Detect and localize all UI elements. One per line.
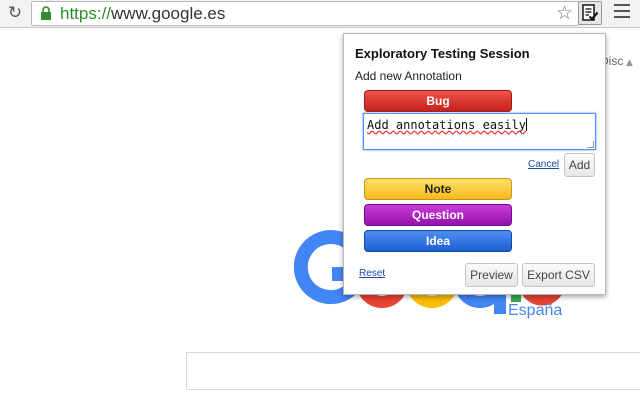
bookmark-star-icon[interactable]: ☆ <box>556 2 573 24</box>
resize-handle[interactable] <box>587 141 594 148</box>
bug-button[interactable]: Bug <box>364 90 512 112</box>
annotation-text: Add annotations easily <box>367 118 526 132</box>
region-label: España <box>508 302 563 319</box>
url-host: www.google.es <box>111 4 226 23</box>
preview-button[interactable]: Preview <box>465 263 518 287</box>
menu-icon[interactable] <box>614 4 630 20</box>
popup-title: Exploratory Testing Session <box>355 46 530 61</box>
checklist-icon <box>582 4 599 21</box>
annotation-textarea[interactable]: Add annotations easily <box>363 113 596 150</box>
text-caret <box>525 118 527 131</box>
url-scheme: https:// <box>60 4 112 23</box>
reset-link[interactable]: Reset <box>359 268 385 279</box>
idea-button[interactable]: Idea <box>364 230 512 252</box>
add-button[interactable]: Add <box>564 153 595 177</box>
question-button[interactable]: Question <box>364 204 512 226</box>
address-url: https://www.google.es <box>60 3 225 24</box>
exploratory-testing-popup: Exploratory Testing Session Add new Anno… <box>343 33 606 295</box>
browser-toolbar: ↻ https://www.google.es ☆ <box>0 0 640 28</box>
cancel-link[interactable]: Cancel <box>528 159 559 170</box>
search-input[interactable] <box>186 352 640 390</box>
note-button[interactable]: Note <box>364 178 512 200</box>
exploratory-testing-extension-button[interactable] <box>578 1 602 25</box>
export-csv-button[interactable]: Export CSV <box>522 263 595 287</box>
address-bar[interactable]: https://www.google.es ☆ <box>31 1 579 26</box>
scroll-up-arrow-icon[interactable]: ▲ <box>626 58 633 68</box>
lock-icon <box>40 6 52 25</box>
popup-subtitle: Add new Annotation <box>355 69 462 83</box>
reload-icon[interactable]: ↻ <box>5 3 25 23</box>
